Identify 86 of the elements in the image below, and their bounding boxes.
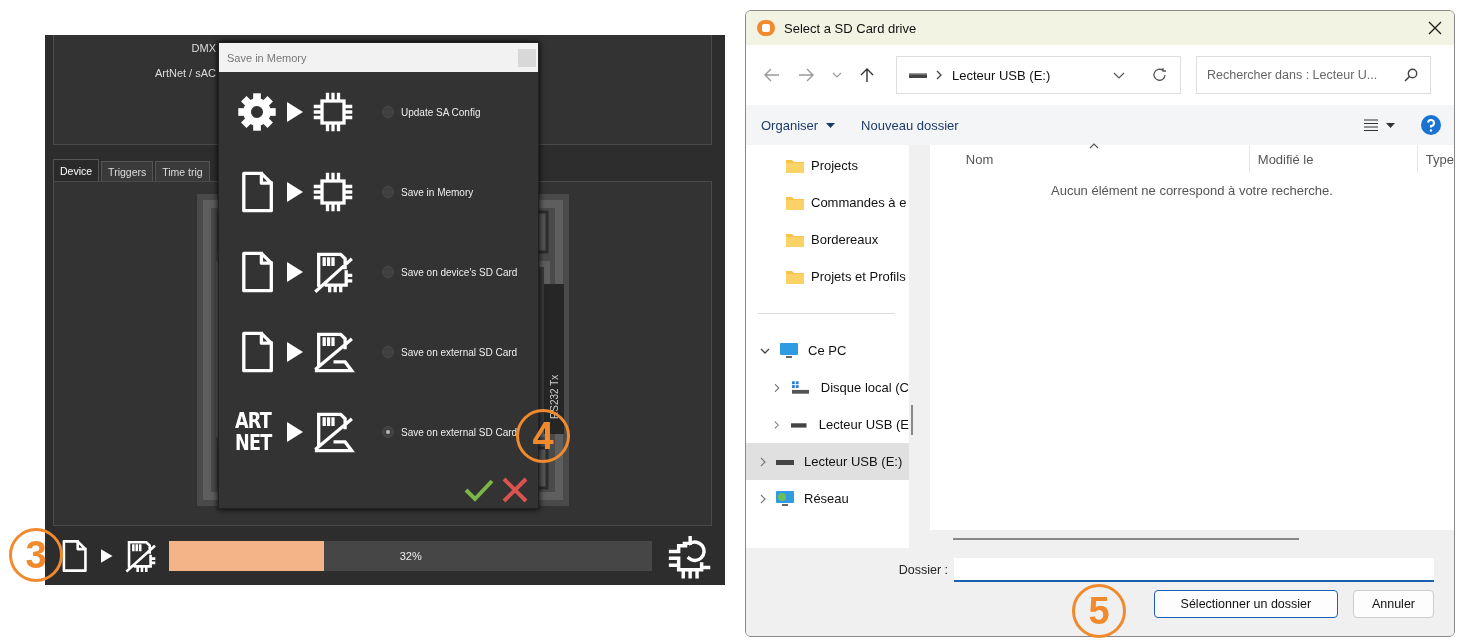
forward-arrow-icon (798, 68, 814, 82)
caret-icon (1386, 122, 1395, 128)
radio-option[interactable]: Save in Memory (382, 186, 474, 198)
play-icon (287, 342, 303, 362)
list-view-icon (1364, 119, 1378, 131)
new-folder-button[interactable]: Nouveau dossier (858, 113, 962, 137)
play-icon (287, 102, 303, 122)
close-icon (1428, 21, 1442, 35)
scrollbar-thumb[interactable] (952, 538, 1299, 540)
tree-item[interactable]: Disque local (C (746, 369, 909, 406)
organize-menu-button[interactable]: Organiser (758, 113, 839, 137)
folder-label: Dossier : (898, 563, 948, 577)
column-header[interactable]: Nom (929, 145, 1250, 173)
option-label: Save in Memory (401, 186, 474, 198)
disk-drive-icon (791, 380, 809, 395)
folder-icon (786, 232, 804, 247)
play-icon (287, 422, 303, 442)
tree-item[interactable]: Lecteur USB (E (746, 406, 909, 443)
sd-card-reader-icon (311, 410, 355, 454)
nav-item[interactable]: Bordereaux (746, 221, 909, 258)
step-number-callout: 5 (1072, 584, 1126, 638)
column-header[interactable]: Type (1417, 145, 1454, 173)
scrollbar-thumb[interactable] (911, 405, 913, 435)
empty-message: Aucun élément ne correspond à votre recherche. (1050, 183, 1334, 200)
close-icon (502, 477, 528, 503)
chevron-down-icon (832, 72, 842, 78)
select-folder-button[interactable]: Sélectionner un dossier (1153, 590, 1338, 618)
tab[interactable]: Time trig (155, 161, 210, 181)
window-title: Select a SD Card drive (784, 20, 918, 36)
dialog-title: Save in Memory (227, 51, 307, 64)
collapsed-chevron-icon (760, 456, 766, 467)
app-logo-icon (756, 18, 776, 38)
search-icon (1404, 68, 1418, 82)
drive-icon (909, 71, 927, 79)
collapsed-chevron-icon (760, 493, 766, 504)
search-field[interactable]: Rechercher dans : Lecteur U... (1196, 56, 1431, 94)
folder-icon (786, 269, 804, 284)
sd-card-reader-icon (311, 330, 355, 374)
confirm-button[interactable] (464, 478, 494, 502)
radio-button[interactable] (382, 426, 394, 438)
tree-item[interactable]: Lecteur USB (E:) (746, 443, 909, 480)
nav-item[interactable]: Projets et Profils (746, 258, 909, 295)
radio-option[interactable]: Update SA Config (382, 106, 481, 118)
option-label: Update SA Config (401, 106, 481, 118)
collapsed-chevron-icon (774, 382, 780, 393)
check-icon (464, 478, 494, 502)
chip-icon (311, 170, 355, 214)
tab[interactable]: Triggers (101, 161, 154, 181)
cancel-button[interactable]: Annuler (1352, 590, 1434, 618)
computer-icon (780, 342, 798, 359)
drive-icon (776, 457, 794, 466)
nav-item[interactable]: Projects (746, 147, 909, 184)
cancel-button[interactable] (502, 477, 528, 503)
back-arrow-icon (764, 68, 780, 82)
setting-label: DMX (190, 42, 216, 54)
tree-item[interactable]: Réseau (746, 480, 909, 517)
help-icon (1421, 115, 1441, 135)
up-arrow-icon (860, 67, 874, 83)
progress-percent: 32% (399, 549, 422, 562)
tab[interactable]: Device (53, 159, 100, 181)
folder-icon (786, 195, 804, 210)
chip-icon (311, 90, 355, 134)
play-icon (287, 262, 303, 282)
nav-item[interactable]: Commandes à e (746, 184, 909, 221)
artnet-logo: ART NET (235, 410, 271, 454)
tree-item[interactable]: Ce PC (746, 332, 909, 369)
drive-icon (791, 420, 807, 429)
network-icon (776, 490, 794, 507)
play-icon (101, 548, 113, 563)
address-text: Lecteur USB (E:) (952, 67, 1052, 83)
sd-card-chip-icon (311, 250, 355, 294)
setting-label: ArtNet / sAC (153, 67, 216, 79)
column-header[interactable]: Modifié le (1249, 145, 1418, 173)
gear-icon (235, 90, 279, 134)
expanded-chevron-icon (760, 347, 770, 354)
play-icon (287, 182, 303, 202)
port-label: RS232 Tx (548, 374, 560, 419)
collapsed-chevron-icon (774, 419, 780, 430)
address-bar[interactable]: Lecteur USB (E:) (896, 56, 1181, 94)
breadcrumb-chevron-icon (936, 70, 943, 80)
chevron-down-icon (1113, 71, 1125, 79)
folder-input[interactable] (954, 558, 1434, 582)
caret-icon (826, 122, 836, 128)
sort-caret-icon (1089, 143, 1100, 149)
folder-icon (786, 158, 804, 173)
refresh-icon (1152, 67, 1168, 83)
